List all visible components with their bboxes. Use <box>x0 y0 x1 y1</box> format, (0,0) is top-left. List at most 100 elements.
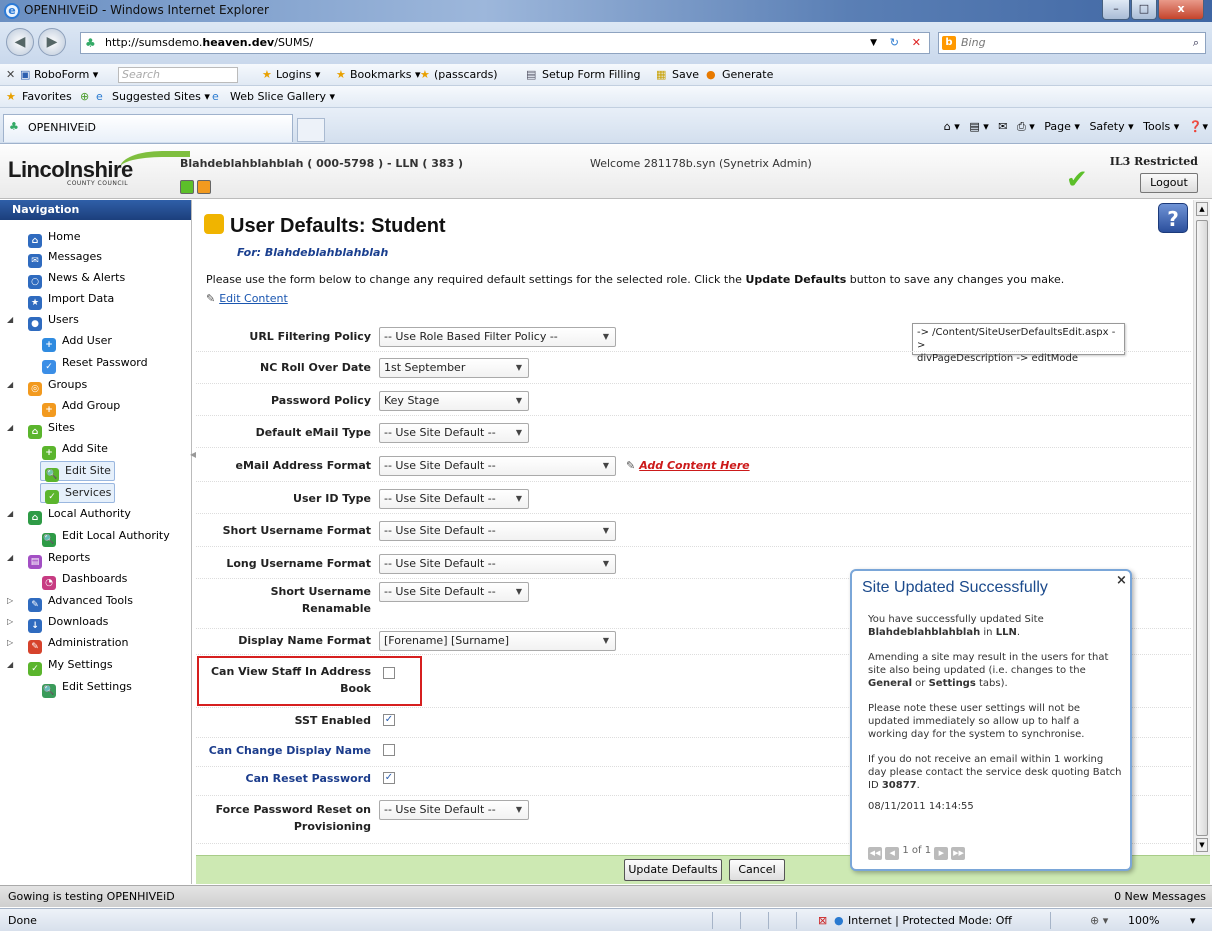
nav-item-groups[interactable]: ◢ ◎ Groups <box>7 376 87 396</box>
reset-password-checkbox[interactable]: ✓ <box>383 772 395 784</box>
add-content-link[interactable]: ✎ Add Content Here <box>626 459 750 472</box>
url-filtering-select[interactable]: -- Use Role Based Filter Policy -- ▼ <box>379 327 616 347</box>
search-input[interactable]: b Bing ⌕ <box>938 32 1206 54</box>
home-icon[interactable]: ⌂ ▾ <box>944 120 960 133</box>
update-defaults-button[interactable]: Update Defaults <box>624 859 722 881</box>
web-slice-gallery-link[interactable]: Web Slice Gallery ▾ <box>230 90 335 103</box>
long-username-select[interactable]: -- Use Site Default -- ▼ <box>379 554 616 574</box>
print-icon[interactable]: ⎙ ▾ <box>1017 120 1035 133</box>
email-format-select[interactable]: -- Use Site Default -- ▼ <box>379 456 616 476</box>
zoom-dropdown-icon[interactable]: ▾ <box>1190 914 1196 927</box>
view-toggle-icon[interactable] <box>180 180 194 194</box>
nav-item-home[interactable]: ⌂ Home <box>28 228 80 248</box>
help-button[interactable]: ? <box>1158 203 1188 233</box>
nav-item-advanced-tools[interactable]: ▷ ✎ Advanced Tools <box>7 592 133 612</box>
new-messages-link[interactable]: 0 New Messages <box>1114 890 1206 903</box>
roboform-menu[interactable]: RoboForm ▾ <box>34 68 98 81</box>
nav-item-users[interactable]: ◢ ● Users <box>7 311 79 331</box>
protected-mode-icon[interactable]: ⊕ ▾ <box>1090 914 1108 927</box>
collapse-arrow-icon[interactable]: ◢ <box>7 376 13 394</box>
nc-rollover-select[interactable]: 1st September ▼ <box>379 358 529 378</box>
maximize-button[interactable]: □ <box>1131 0 1157 20</box>
popup-close-button[interactable]: × <box>1116 573 1127 588</box>
collapse-arrow-icon[interactable]: ◢ <box>7 311 13 329</box>
nav-item-sites[interactable]: ◢ ⌂ Sites <box>7 419 75 439</box>
nav-item-edit-site[interactable]: 🔍 Edit Site <box>40 461 115 482</box>
first-page-icon[interactable]: ◀◀ <box>868 847 882 860</box>
generate-button[interactable]: Generate <box>722 68 773 81</box>
last-page-icon[interactable]: ▶▶ <box>951 847 966 860</box>
close-window-button[interactable]: x <box>1158 0 1204 20</box>
stop-icon[interactable]: ✕ <box>912 33 921 53</box>
setup-form-filling-button[interactable]: Setup Form Filling <box>542 68 640 81</box>
cancel-button[interactable]: Cancel <box>729 859 785 881</box>
safety-menu[interactable]: Safety ▾ <box>1089 120 1133 133</box>
prev-page-icon[interactable]: ◀ <box>885 847 900 860</box>
nav-item-news-alerts[interactable]: ○ News & Alerts <box>28 269 125 289</box>
page-menu[interactable]: Page ▾ <box>1044 120 1080 133</box>
collapse-arrow-icon[interactable]: ◢ <box>7 549 13 567</box>
add-favorite-icon[interactable]: ⊕ <box>80 90 89 103</box>
nav-item-add-site[interactable]: + Add Site <box>42 440 108 460</box>
popup-blocked-icon[interactable]: ⊠ <box>818 914 827 927</box>
logout-button[interactable]: Logout <box>1140 173 1198 193</box>
nav-item-edit-local-authority[interactable]: 🔍 Edit Local Authority <box>42 527 170 547</box>
sst-enabled-checkbox[interactable]: ✓ <box>383 714 395 726</box>
new-tab-button[interactable] <box>297 118 325 142</box>
expand-arrow-icon[interactable]: ▷ <box>7 613 13 631</box>
userid-type-select[interactable]: -- Use Site Default -- ▼ <box>379 489 529 509</box>
roboform-search-input[interactable]: Search <box>118 67 238 83</box>
nav-item-services[interactable]: ✓ Services <box>40 483 116 504</box>
nav-item-administration[interactable]: ▷ ✎ Administration <box>7 634 129 654</box>
short-renamable-select[interactable]: -- Use Site Default -- ▼ <box>379 582 529 602</box>
search-icon[interactable]: ⌕ <box>1193 33 1199 53</box>
nav-item-reports[interactable]: ◢ ▤ Reports <box>7 549 90 569</box>
forward-button[interactable]: ▶ <box>38 28 66 56</box>
layout-toggle-icon[interactable] <box>197 180 211 194</box>
minimize-button[interactable]: – <box>1102 0 1130 20</box>
logins-menu[interactable]: Logins ▾ <box>276 68 320 81</box>
scroll-up-icon[interactable]: ▲ <box>1196 202 1208 216</box>
tools-menu[interactable]: Tools ▾ <box>1143 120 1179 133</box>
display-name-select[interactable]: [Forename] [Surname] ▼ <box>379 631 616 651</box>
roboform-save-button[interactable]: Save <box>672 68 699 81</box>
nav-item-messages[interactable]: ✉ Messages <box>28 248 102 268</box>
scroll-down-icon[interactable]: ▼ <box>1196 838 1208 852</box>
url-input[interactable]: ♣ http://sumsdemo.heaven.dev/SUMS/ ▼ ↻ ✕ <box>80 32 930 54</box>
favorites-button[interactable]: Favorites <box>22 90 72 103</box>
nav-item-edit-settings[interactable]: 🔍 Edit Settings <box>42 678 132 698</box>
nav-item-dashboards[interactable]: ◔ Dashboards <box>42 570 127 590</box>
nav-item-downloads[interactable]: ▷ ↓ Downloads <box>7 613 108 633</box>
close-toolbar-icon[interactable]: ✕ <box>6 68 15 81</box>
back-button[interactable]: ◀ <box>6 28 34 56</box>
feeds-icon[interactable]: ▤ ▾ <box>969 120 988 133</box>
nav-item-reset-password[interactable]: ✓ Reset Password <box>42 354 148 374</box>
nav-item-add-user[interactable]: + Add User <box>42 332 112 352</box>
expand-arrow-icon[interactable]: ▷ <box>7 592 13 610</box>
nav-item-add-group[interactable]: + Add Group <box>42 397 120 417</box>
expand-arrow-icon[interactable]: ▷ <box>7 634 13 652</box>
email-type-select[interactable]: -- Use Site Default -- ▼ <box>379 423 529 443</box>
edit-content-link[interactable]: ✎ Edit Content <box>206 292 288 305</box>
nav-item-local-authority[interactable]: ◢ ⌂ Local Authority <box>7 505 131 525</box>
bookmarks-menu[interactable]: Bookmarks ▾ <box>350 68 420 81</box>
zoom-level[interactable]: 100% <box>1128 914 1159 927</box>
force-reset-select[interactable]: -- Use Site Default -- ▼ <box>379 800 529 820</box>
nav-item-import-data[interactable]: ★ Import Data <box>28 290 114 310</box>
vertical-scrollbar[interactable]: ▲ ▼ <box>1193 200 1210 855</box>
dropdown-icon[interactable]: ▼ <box>870 33 877 53</box>
nav-item-my-settings[interactable]: ◢ ✓ My Settings <box>7 656 113 676</box>
mail-icon[interactable]: ✉ <box>998 120 1007 133</box>
scroll-thumb[interactable] <box>1196 220 1208 836</box>
collapse-arrow-icon[interactable]: ◢ <box>7 419 13 437</box>
collapse-arrow-icon[interactable]: ◢ <box>7 656 13 674</box>
splitter-handle[interactable]: ◀ <box>190 450 196 462</box>
refresh-icon[interactable]: ↻ <box>890 33 899 53</box>
change-display-checkbox[interactable] <box>383 744 395 756</box>
help-menu-icon[interactable]: ❓▾ <box>1189 120 1208 133</box>
suggested-sites-link[interactable]: Suggested Sites ▾ <box>112 90 210 103</box>
passcards-menu[interactable]: (passcards) <box>434 68 498 81</box>
password-policy-select[interactable]: Key Stage ▼ <box>379 391 529 411</box>
short-username-select[interactable]: -- Use Site Default -- ▼ <box>379 521 616 541</box>
browser-tab[interactable]: ♣ OPENHIVEiD <box>3 114 293 142</box>
